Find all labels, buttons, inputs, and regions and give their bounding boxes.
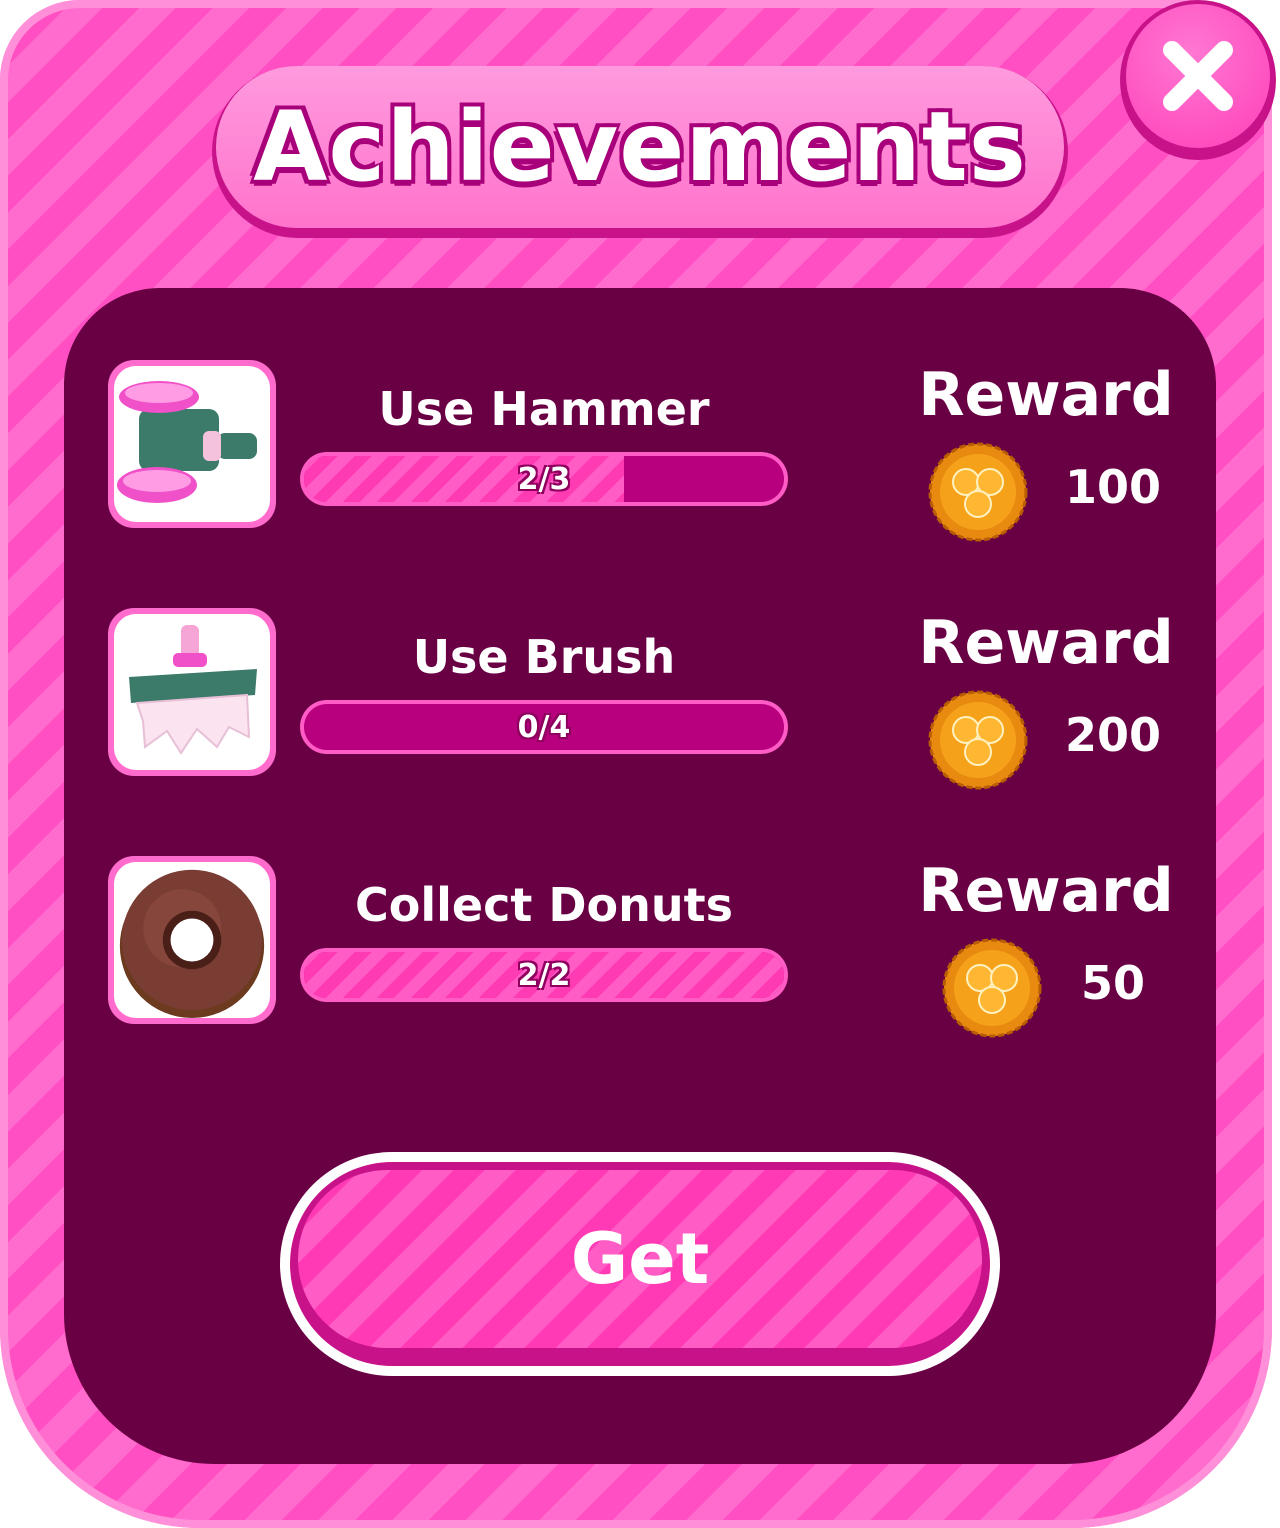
reward-label: Reward — [918, 608, 1174, 678]
achievement-row: Use Brush 0/4 Reward 200 — [108, 608, 1208, 790]
close-icon — [1163, 41, 1233, 111]
reward-amount: 100 — [1064, 460, 1162, 514]
progress-text: 2/2 — [517, 957, 571, 993]
achievement-name: Collect Donuts — [354, 878, 734, 932]
progress-bar: 0/4 — [304, 704, 784, 750]
get-button[interactable]: Get — [280, 1152, 1000, 1376]
title-banner: Achievements — [212, 66, 1068, 238]
close-button[interactable] — [1120, 0, 1276, 160]
reward-amount: 50 — [1080, 956, 1145, 1010]
achievement-icon-box — [108, 360, 276, 528]
achievement-icon-box — [108, 856, 276, 1024]
reward-amount: 200 — [1064, 708, 1162, 762]
hammer-icon — [117, 381, 257, 503]
achievement-name: Use Brush — [412, 630, 676, 684]
achievement-row: Use Hammer 2/3 Reward 100 — [108, 360, 1208, 542]
progress-text: 2/3 — [517, 461, 571, 497]
achievement-icon-box — [108, 608, 276, 776]
coin-icon — [928, 690, 1028, 790]
reward-label: Reward — [918, 360, 1174, 430]
coin-icon — [942, 938, 1042, 1038]
coin-icon — [928, 442, 1028, 542]
progress-bar: 2/2 — [304, 952, 784, 998]
donut-icon — [119, 869, 265, 1018]
get-button-label: Get — [570, 1218, 710, 1300]
achievement-row: Collect Donuts 2/2 Reward 50 — [108, 856, 1208, 1038]
brush-icon — [129, 625, 257, 755]
progress-bar: 2/3 — [304, 456, 784, 502]
page-title: Achievements — [253, 91, 1027, 203]
progress-text: 0/4 — [517, 709, 571, 745]
reward-label: Reward — [918, 856, 1174, 926]
achievement-name: Use Hammer — [378, 382, 710, 436]
achievements-dialog: Achievements Use Hammer 2/3 Reward 100 U… — [0, 0, 1272, 1528]
